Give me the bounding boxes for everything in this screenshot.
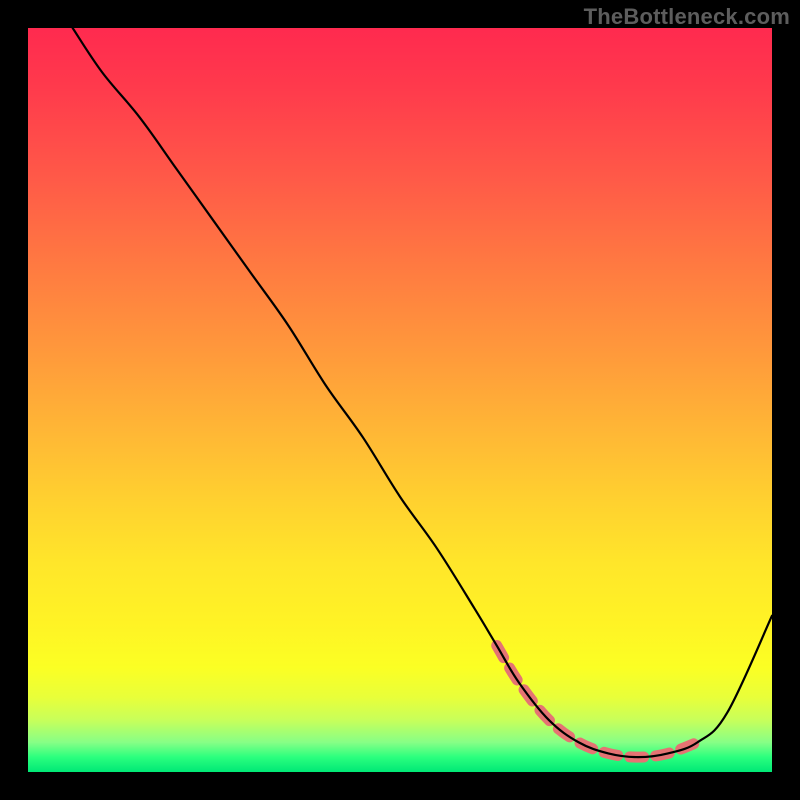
watermark-text: TheBottleneck.com [584,4,790,30]
chart-svg [28,28,772,772]
chart-frame: TheBottleneck.com [0,0,800,800]
highlight-segment [497,646,698,758]
curve-line [73,28,772,757]
plot-area [28,28,772,772]
